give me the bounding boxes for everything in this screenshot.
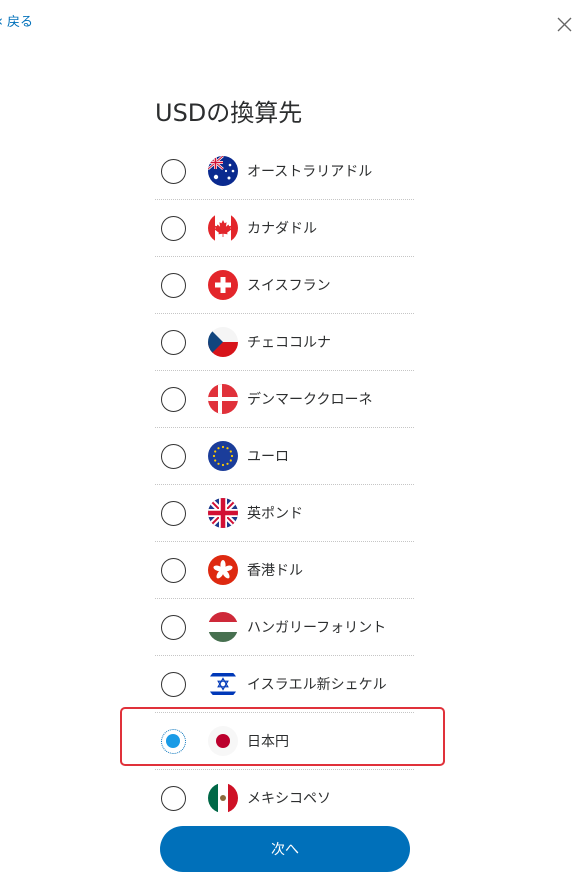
back-link[interactable]: ‹ 戻る [0, 11, 34, 31]
radio-button[interactable] [161, 671, 186, 697]
radio-button[interactable] [161, 272, 186, 298]
currency-label: カナダドル [247, 221, 317, 237]
canada-flag-icon [208, 213, 238, 243]
radio-button[interactable] [161, 386, 186, 412]
page-title: USDの換算先 [155, 99, 303, 127]
eu-flag-icon [208, 441, 238, 471]
currency-label: オーストラリアドル [247, 164, 373, 180]
currency-label: チェココルナ [247, 335, 331, 351]
currency-option-chf[interactable]: スイスフラン [155, 257, 414, 314]
currency-option-jpy[interactable]: 日本円 [155, 713, 414, 770]
currency-list: オーストラリアドル カナダドル スイスフラン チェココルナ デンマーククローネ … [155, 143, 414, 826]
currency-label: ユーロ [247, 449, 289, 465]
currency-label: 日本円 [247, 734, 289, 750]
currency-label: 英ポンド [247, 506, 303, 522]
japan-flag-icon [208, 726, 238, 756]
currency-label: デンマーククローネ [247, 392, 373, 408]
close-icon[interactable] [554, 14, 576, 36]
hungary-flag-icon [208, 612, 238, 642]
mexico-flag-icon [208, 783, 238, 813]
currency-option-aud[interactable]: オーストラリアドル [155, 143, 414, 200]
currency-option-gbp[interactable]: 英ポンド [155, 485, 414, 542]
israel-flag-icon [208, 669, 238, 699]
back-label: 戻る [7, 15, 34, 30]
currency-option-hkd[interactable]: 香港ドル [155, 542, 414, 599]
radio-button[interactable] [161, 614, 186, 640]
next-button[interactable]: 次へ [160, 826, 410, 872]
radio-button[interactable] [161, 443, 186, 469]
hongkong-flag-icon [208, 555, 238, 585]
denmark-flag-icon [208, 384, 238, 414]
currency-option-czk[interactable]: チェココルナ [155, 314, 414, 371]
radio-button[interactable] [161, 500, 186, 526]
radio-button[interactable] [161, 158, 186, 184]
chevron-left-icon: ‹ [0, 12, 3, 30]
radio-button-selected[interactable] [161, 728, 186, 754]
currency-label: スイスフラン [247, 278, 331, 294]
australia-flag-icon [208, 156, 238, 186]
czech-flag-icon [208, 327, 238, 357]
uk-flag-icon [208, 498, 238, 528]
switzerland-flag-icon [208, 270, 238, 300]
currency-label: ハンガリーフォリント [247, 620, 387, 636]
currency-option-dkk[interactable]: デンマーククローネ [155, 371, 414, 428]
radio-button[interactable] [161, 329, 186, 355]
currency-label: 香港ドル [247, 563, 303, 579]
currency-label: メキシコペソ [247, 791, 331, 807]
currency-option-huf[interactable]: ハンガリーフォリント [155, 599, 414, 656]
currency-option-eur[interactable]: ユーロ [155, 428, 414, 485]
currency-option-mxn[interactable]: メキシコペソ [155, 770, 414, 826]
radio-button[interactable] [161, 785, 186, 811]
currency-option-cad[interactable]: カナダドル [155, 200, 414, 257]
currency-label: イスラエル新シェケル [247, 677, 387, 693]
radio-button[interactable] [161, 557, 186, 583]
radio-button[interactable] [161, 215, 186, 241]
currency-option-ils[interactable]: イスラエル新シェケル [155, 656, 414, 713]
